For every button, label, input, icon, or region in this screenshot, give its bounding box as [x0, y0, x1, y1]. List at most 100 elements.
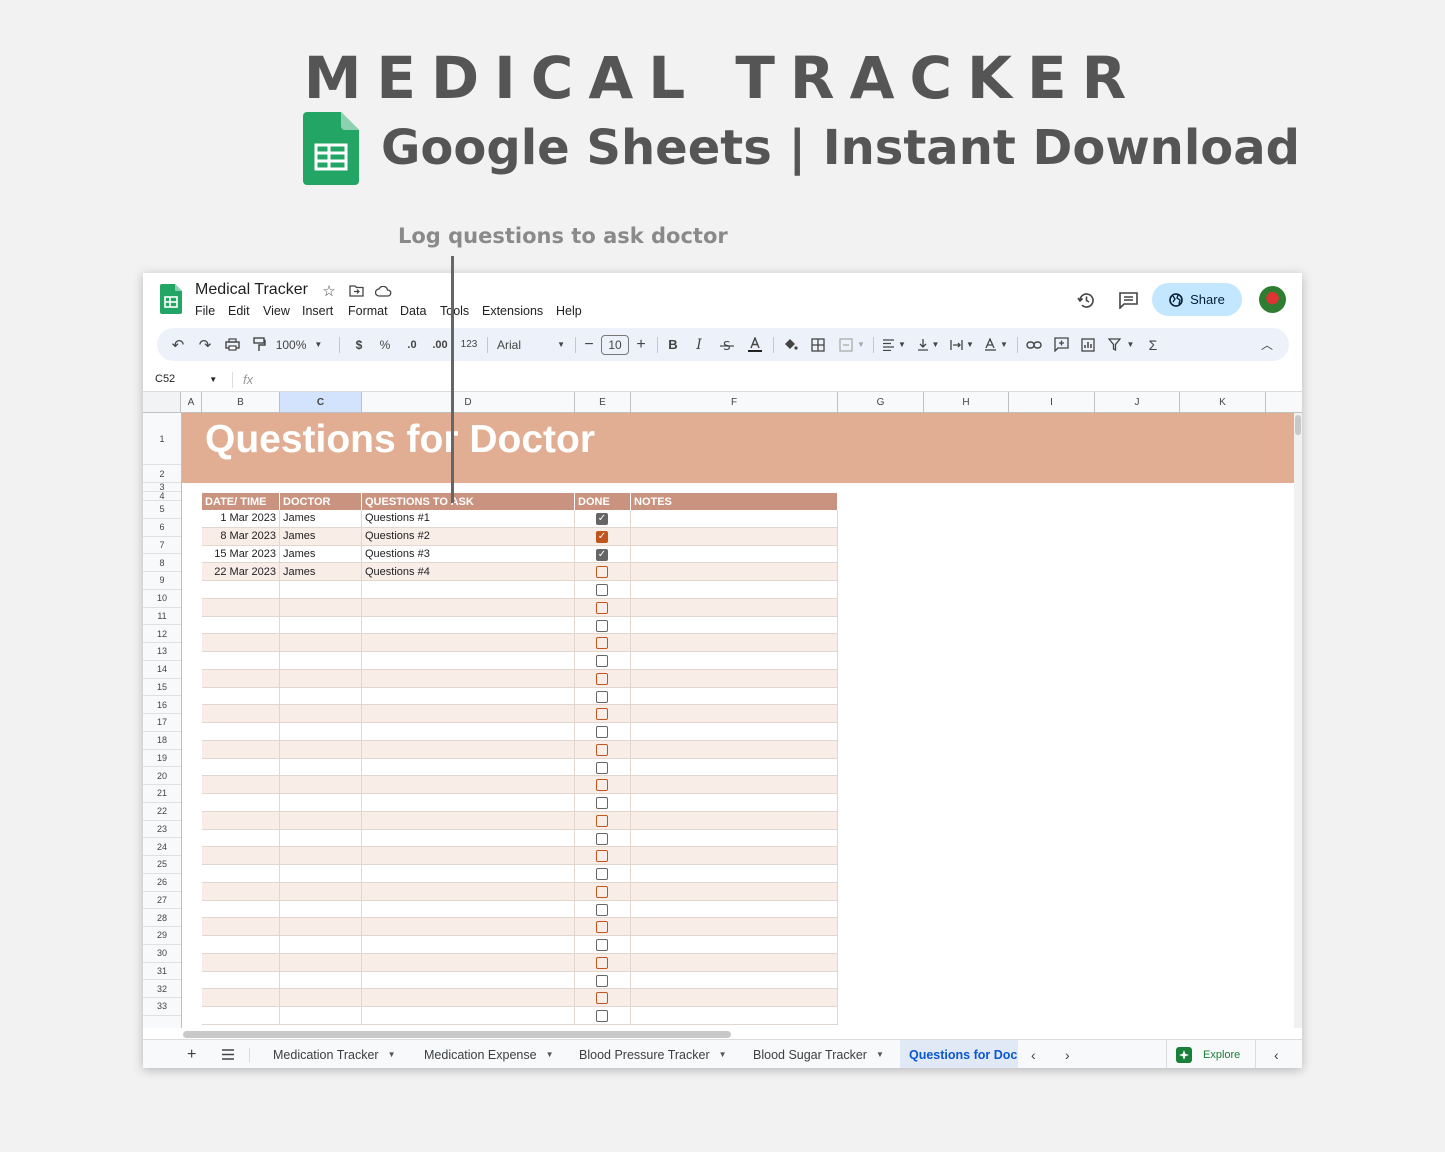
cell-doctor[interactable]: [280, 776, 362, 793]
cell-question[interactable]: [362, 989, 575, 1006]
horizontal-align-icon[interactable]: ▼: [879, 328, 909, 361]
increase-decimal-button[interactable]: .00: [428, 328, 452, 361]
column-header[interactable]: E: [575, 392, 631, 412]
cell-done[interactable]: [575, 563, 631, 580]
cell-notes[interactable]: [631, 1007, 838, 1024]
row-header[interactable]: 19: [143, 750, 181, 768]
cell-question[interactable]: [362, 634, 575, 651]
cell-doctor[interactable]: [280, 811, 362, 829]
cell-doctor[interactable]: [280, 652, 362, 669]
cell-question[interactable]: [362, 971, 575, 989]
cell-notes[interactable]: [631, 847, 838, 864]
column-header[interactable]: A: [181, 392, 202, 412]
cell-date[interactable]: [202, 971, 280, 989]
collapse-side-panel-icon[interactable]: ‹: [1274, 1040, 1279, 1068]
tab-questions-for-doctor-active[interactable]: Questions for Doc: [900, 1040, 1018, 1068]
cell-done[interactable]: [575, 1007, 631, 1024]
move-folder-icon[interactable]: [346, 282, 366, 300]
cell-notes[interactable]: [631, 563, 838, 580]
done-checkbox[interactable]: ✓: [596, 548, 608, 561]
cell-date[interactable]: [202, 705, 280, 722]
row-header[interactable]: 25: [143, 856, 181, 874]
cell-question[interactable]: Questions #4: [362, 563, 575, 580]
cell-notes[interactable]: [631, 598, 838, 616]
cell-notes[interactable]: [631, 865, 838, 882]
tab-blood-pressure-tracker[interactable]: Blood Pressure Tracker ▼: [579, 1040, 727, 1068]
cell-done[interactable]: [575, 794, 631, 811]
cell-question[interactable]: [362, 758, 575, 776]
tab-medication-tracker[interactable]: Medication Tracker ▼: [273, 1040, 396, 1068]
cell-notes[interactable]: [631, 829, 838, 847]
menu-insert[interactable]: Insert: [302, 304, 333, 318]
cell-notes[interactable]: [631, 545, 838, 563]
cell-question[interactable]: [362, 918, 575, 935]
cell-doctor[interactable]: [280, 723, 362, 740]
done-checkbox[interactable]: [596, 814, 608, 827]
cell-doctor[interactable]: [280, 918, 362, 935]
cell-doctor[interactable]: [280, 616, 362, 634]
cell-date[interactable]: [202, 989, 280, 1006]
cell-doctor[interactable]: [280, 971, 362, 989]
cell-question[interactable]: [362, 865, 575, 882]
cell-date[interactable]: [202, 936, 280, 953]
comments-icon[interactable]: [1116, 289, 1140, 311]
done-checkbox[interactable]: [596, 885, 608, 898]
vertical-align-icon[interactable]: ▼: [913, 328, 943, 361]
cell-date[interactable]: 8 Mar 2023: [202, 527, 280, 545]
row-header[interactable]: 16: [143, 696, 181, 714]
borders-icon[interactable]: [807, 328, 829, 361]
done-checkbox[interactable]: [596, 601, 608, 614]
done-checkbox[interactable]: [596, 903, 608, 916]
cell-doctor[interactable]: [280, 634, 362, 651]
document-title[interactable]: Medical Tracker: [195, 281, 308, 299]
row-header[interactable]: 28: [143, 909, 181, 927]
font-size-input[interactable]: 10: [600, 328, 630, 361]
text-rotation-icon[interactable]: ▼: [981, 328, 1011, 361]
strikethrough-icon[interactable]: S: [716, 328, 738, 361]
cell-done[interactable]: [575, 971, 631, 989]
cell-question[interactable]: [362, 669, 575, 687]
percent-format-button[interactable]: %: [375, 328, 395, 361]
row-header[interactable]: 12: [143, 625, 181, 643]
done-checkbox[interactable]: [596, 566, 608, 579]
cell-doctor[interactable]: [280, 669, 362, 687]
cell-done[interactable]: [575, 634, 631, 651]
column-header[interactable]: B: [202, 392, 280, 412]
tab-medication-expense[interactable]: Medication Expense ▼: [424, 1040, 554, 1068]
done-checkbox[interactable]: [596, 637, 608, 650]
cell-done[interactable]: [575, 811, 631, 829]
more-formats-button[interactable]: 123: [457, 328, 481, 361]
cell-question[interactable]: Questions #3: [362, 545, 575, 563]
scroll-tabs-left-icon[interactable]: ‹: [1031, 1040, 1036, 1068]
decrease-font-size-button[interactable]: −: [581, 328, 597, 361]
cell-question[interactable]: [362, 687, 575, 705]
done-checkbox[interactable]: [596, 956, 608, 969]
explore-button[interactable]: Explore: [1176, 1040, 1240, 1068]
avatar[interactable]: [1259, 286, 1286, 313]
cell-done[interactable]: [575, 669, 631, 687]
row-header[interactable]: 17: [143, 714, 181, 732]
done-checkbox[interactable]: [596, 832, 608, 845]
cell-question[interactable]: [362, 882, 575, 900]
row-header[interactable]: 29: [143, 927, 181, 945]
cell-question[interactable]: [362, 811, 575, 829]
done-checkbox[interactable]: [596, 1010, 608, 1022]
cell-notes[interactable]: [631, 669, 838, 687]
cell-doctor[interactable]: James: [280, 545, 362, 563]
cell-question[interactable]: [362, 616, 575, 634]
merge-cells-icon[interactable]: ▼: [835, 328, 869, 361]
cell-notes[interactable]: [631, 527, 838, 545]
cell-notes[interactable]: [631, 723, 838, 740]
done-checkbox[interactable]: [596, 708, 608, 721]
row-header[interactable]: 26: [143, 874, 181, 892]
done-checkbox[interactable]: ✓: [596, 513, 608, 525]
done-checkbox[interactable]: [596, 761, 608, 774]
column-header[interactable]: K: [1180, 392, 1266, 412]
collapse-toolbar-icon[interactable]: ︿: [1257, 328, 1277, 361]
row-header[interactable]: 24: [143, 838, 181, 856]
cell-notes[interactable]: [631, 705, 838, 722]
column-header-selected[interactable]: C: [280, 392, 362, 412]
row-header[interactable]: 21: [143, 785, 181, 803]
cell-doctor[interactable]: [280, 936, 362, 953]
cell-date[interactable]: [202, 652, 280, 669]
